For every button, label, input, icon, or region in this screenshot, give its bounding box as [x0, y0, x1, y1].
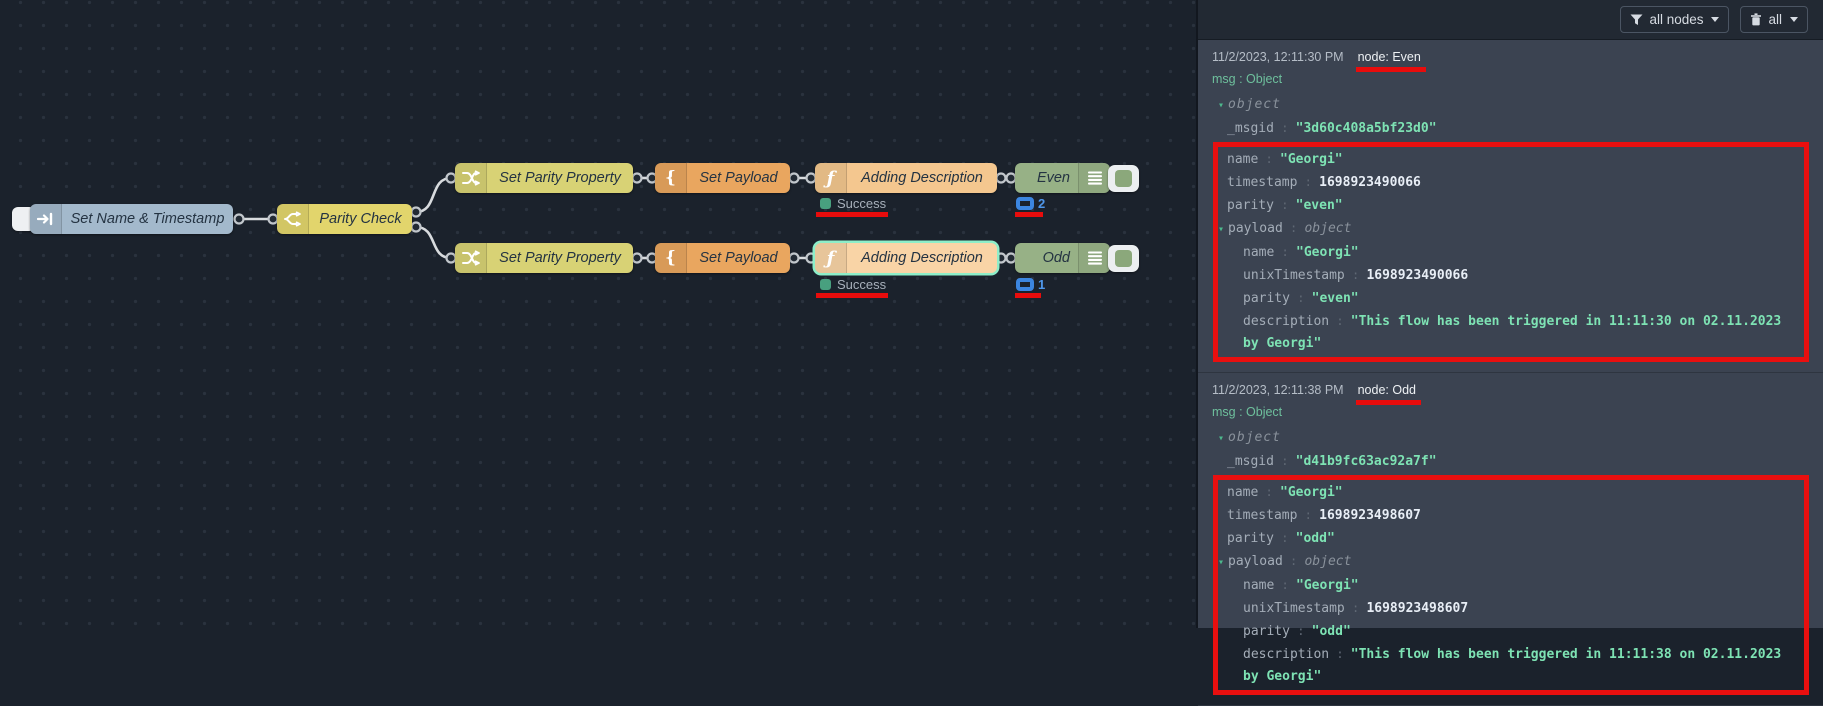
tree-row: parity"even": [1218, 287, 1800, 310]
debug-badge-icon: [1016, 278, 1034, 291]
annotation-rectangle: name"Georgi" timestamp1698923490066 pari…: [1213, 142, 1809, 362]
node-switch[interactable]: Parity Check: [277, 204, 412, 234]
node-change-even[interactable]: Set Parity Property: [455, 163, 633, 193]
annotation-underline: [816, 212, 888, 217]
brace-icon: {: [655, 243, 687, 273]
debug-toggle-button-even[interactable]: [1108, 165, 1139, 192]
tree-row: parity"even": [1218, 194, 1800, 217]
tree-row: timestamp1698923498607: [1218, 504, 1800, 527]
tree-row: name"Georgi": [1218, 241, 1800, 264]
debug-toggle-button-odd[interactable]: [1108, 245, 1139, 272]
message-source-node: node: Even: [1358, 49, 1421, 65]
node-label: Odd: [1015, 243, 1078, 273]
switch-fork-icon: [277, 204, 309, 234]
node-label: Adding Description: [847, 163, 997, 193]
filter-label: all nodes: [1649, 12, 1703, 27]
annotation-underline: [816, 293, 888, 298]
json-tree: object _msgid"3d60c408a5bf23d0" name"Geo…: [1212, 94, 1809, 362]
node-debug-even[interactable]: Even: [1015, 163, 1110, 193]
clear-label: all: [1768, 12, 1782, 27]
annotation-underline: [1015, 293, 1041, 298]
tree-row: parity"odd": [1218, 620, 1800, 643]
expand-caret-icon[interactable]: [1218, 428, 1228, 450]
status-dot-icon: [820, 198, 831, 209]
tree-row-root: object: [1212, 427, 1809, 450]
message-type: msg : Object: [1212, 72, 1809, 87]
node-label: Even: [1015, 163, 1078, 193]
tree-row: unixTimestamp1698923490066: [1218, 264, 1800, 287]
node-status-odd: Success: [820, 277, 886, 292]
node-label: Adding Description: [847, 243, 997, 273]
chevron-down-icon: [1711, 17, 1719, 22]
tree-row: unixTimestamp1698923498607: [1218, 597, 1800, 620]
node-inject[interactable]: Set Name & Timestamp: [30, 204, 233, 234]
chevron-down-icon: [1790, 17, 1798, 22]
node-debug-odd[interactable]: Odd: [1015, 243, 1110, 273]
expand-caret-icon[interactable]: [1218, 219, 1228, 241]
message-timestamp: 11/2/2023, 12:11:38 PM: [1212, 382, 1344, 398]
brace-icon: {: [655, 163, 687, 193]
annotation-underline: [1015, 212, 1043, 217]
tree-row: name"Georgi": [1218, 148, 1800, 171]
inject-arrow-icon: [30, 204, 62, 234]
message-meta: 11/2/2023, 12:11:38 PM node: Odd: [1212, 382, 1809, 398]
tree-row-root: object: [1212, 94, 1809, 117]
tree-row-payload: payloadobject: [1218, 550, 1800, 574]
debug-list-icon: [1078, 243, 1110, 273]
node-template-odd[interactable]: { Set Payload: [655, 243, 790, 273]
tree-row: description"This flow has been triggered…: [1218, 643, 1800, 688]
tree-row: _msgid"d41b9fc63ac92a7f": [1212, 450, 1809, 473]
debug-message-odd[interactable]: 11/2/2023, 12:11:38 PM node: Odd msg : O…: [1198, 373, 1823, 706]
debug-count-badge-even: 2: [1016, 196, 1045, 211]
node-label: Set Name & Timestamp: [62, 204, 233, 234]
tree-row: parity"odd": [1218, 527, 1800, 550]
annotation-rectangle: name"Georgi" timestamp1698923498607 pari…: [1213, 475, 1809, 695]
filter-nodes-button[interactable]: all nodes: [1620, 6, 1729, 33]
change-arrows-icon: [455, 163, 487, 193]
node-function-even[interactable]: ƒ Adding Description: [815, 163, 997, 193]
clear-messages-button[interactable]: all: [1740, 6, 1808, 33]
status-dot-icon: [820, 279, 831, 290]
node-label: Set Parity Property: [487, 243, 633, 273]
filter-funnel-icon: [1630, 14, 1643, 26]
node-label: Set Payload: [687, 163, 790, 193]
tree-row-payload: payloadobject: [1218, 217, 1800, 241]
debug-count-badge-odd: 1: [1016, 277, 1045, 292]
node-template-even[interactable]: { Set Payload: [655, 163, 790, 193]
debug-sidebar: all nodes all 11/2/2023, 12:11:30 PM nod…: [1198, 0, 1823, 628]
expand-caret-icon[interactable]: [1218, 552, 1228, 574]
message-type: msg : Object: [1212, 405, 1809, 420]
message-meta: 11/2/2023, 12:11:30 PM node: Even: [1212, 49, 1809, 65]
debug-badge-icon: [1016, 197, 1034, 210]
tree-row: name"Georgi": [1218, 574, 1800, 597]
tree-row: _msgid"3d60c408a5bf23d0": [1212, 117, 1809, 140]
node-label: Parity Check: [309, 204, 412, 234]
tree-row: timestamp1698923490066: [1218, 171, 1800, 194]
debug-toolbar: all nodes all: [1198, 0, 1823, 40]
flow-canvas[interactable]: Set Name & Timestamp Parity Check Set Pa…: [0, 0, 1198, 628]
debug-message-even[interactable]: 11/2/2023, 12:11:30 PM node: Even msg : …: [1198, 40, 1823, 373]
node-status-even: Success: [820, 196, 886, 211]
function-icon: ƒ: [815, 163, 847, 193]
expand-caret-icon[interactable]: [1218, 95, 1228, 117]
trash-icon: [1750, 13, 1762, 26]
debug-list-icon: [1078, 163, 1110, 193]
node-change-odd[interactable]: Set Parity Property: [455, 243, 633, 273]
message-timestamp: 11/2/2023, 12:11:30 PM: [1212, 49, 1344, 65]
json-tree: object _msgid"d41b9fc63ac92a7f" name"Geo…: [1212, 427, 1809, 695]
wire-layer: [0, 0, 1198, 628]
tree-row: name"Georgi": [1218, 481, 1800, 504]
change-arrows-icon: [455, 243, 487, 273]
node-function-odd-selected[interactable]: ƒ Adding Description: [815, 243, 997, 273]
node-label: Set Parity Property: [487, 163, 633, 193]
tree-row: description"This flow has been triggered…: [1218, 310, 1800, 355]
message-source-node: node: Odd: [1358, 382, 1416, 398]
function-icon: ƒ: [815, 243, 847, 273]
node-label: Set Payload: [687, 243, 790, 273]
